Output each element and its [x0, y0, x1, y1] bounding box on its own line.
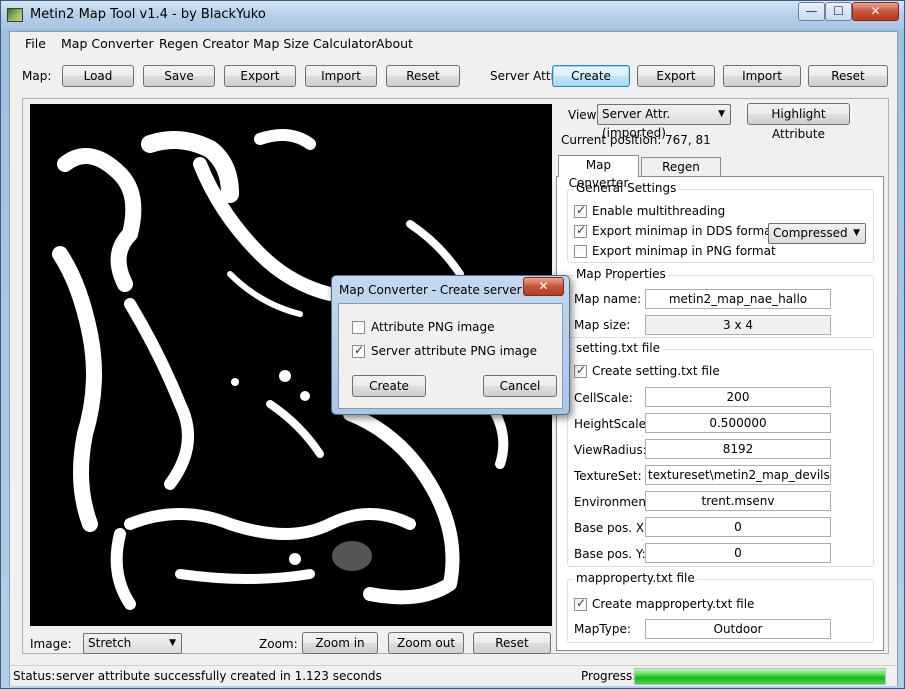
status-text: server attribute successfully created in…: [56, 669, 382, 683]
current-position-value: 767, 81: [665, 133, 711, 147]
zoom-label: Zoom:: [259, 637, 298, 651]
map-name-input[interactable]: metin2_map_nae_hallo: [645, 289, 831, 309]
map-import-button[interactable]: Import: [305, 65, 377, 87]
chevron-down-icon: ▼: [853, 228, 860, 238]
minimize-button[interactable]: —: [798, 2, 825, 21]
image-mode-select[interactable]: Stretch ▼: [83, 633, 182, 654]
create-mapproperty-checkbox[interactable]: [574, 596, 587, 611]
map-size-label: Map size:: [574, 318, 631, 332]
heightscale-input[interactable]: 0.500000: [645, 413, 831, 433]
environment-input[interactable]: trent.msenv: [645, 491, 831, 511]
highlight-attribute-button[interactable]: Highlight Attribute: [747, 103, 850, 141]
dds-label: Export minimap in DDS format: [592, 224, 777, 238]
app-icon: [7, 8, 23, 22]
maptype-input[interactable]: Outdoor: [645, 619, 831, 639]
view-select[interactable]: Server Attr. (imported) ▼: [597, 104, 731, 140]
zoom-out-button[interactable]: Zoom out: [388, 632, 464, 654]
create-mapproperty-label: Create mapproperty.txt file: [592, 597, 755, 611]
map-label: Map:: [22, 69, 52, 83]
zoom-reset-button[interactable]: Reset: [473, 632, 551, 654]
compression-select-value: Compressed: [773, 226, 848, 240]
close-button[interactable]: ✕: [852, 2, 899, 21]
png-checkbox[interactable]: [574, 245, 587, 258]
title-bar[interactable]: Metin2 Map Tool v1.4 - by BlackYuko — ☐ …: [1, 1, 904, 29]
attribute-png-checkbox[interactable]: [352, 321, 365, 334]
menu-regen-creator[interactable]: Regen Creator: [159, 36, 249, 51]
group-title: setting.txt file: [574, 341, 663, 355]
current-position-label: Current position:: [561, 133, 662, 147]
cellscale-label: CellScale:: [574, 391, 633, 405]
view-label: View:: [568, 108, 600, 122]
server-attribute-png-label: Server attribute PNG image: [371, 344, 538, 358]
image-mode-value: Stretch: [88, 636, 132, 650]
map-properties-group: Map Properties Map name: metin2_map_nae_…: [567, 267, 874, 338]
server-export-button[interactable]: Export: [637, 65, 715, 87]
environment-label: Environment:: [574, 495, 655, 509]
zoom-in-button[interactable]: Zoom in: [302, 632, 378, 654]
map-size-input: 3 x 4: [645, 315, 831, 335]
server-create-button[interactable]: Create: [552, 65, 630, 87]
dds-checkbox[interactable]: [574, 223, 587, 238]
tab-map-converter[interactable]: Map Converter: [558, 155, 639, 190]
base-pos-x-label: Base pos. X:: [574, 521, 649, 535]
menu-bar: File Map Converter Regen Creator Map Siz…: [10, 32, 897, 56]
menu-map-size-calculator[interactable]: Map Size Calculator: [253, 36, 376, 51]
mapproperty-group: mapproperty.txt file Create mapproperty.…: [567, 571, 874, 643]
textureset-input[interactable]: textureset\metin2_map_devilscatacom: [645, 465, 831, 485]
server-import-button[interactable]: Import: [723, 65, 801, 87]
tab-page-map-converter: General Settings Enable multithreading E…: [556, 176, 884, 651]
server-reset-button[interactable]: Reset: [808, 65, 888, 87]
image-label: Image:: [30, 637, 72, 651]
maptype-label: MapType:: [574, 622, 631, 636]
map-name-label: Map name:: [574, 292, 642, 306]
map-export-button[interactable]: Export: [224, 65, 296, 87]
multithreading-checkbox[interactable]: [574, 203, 587, 218]
tab-regen-creator[interactable]: Regen Creator: [641, 157, 721, 192]
map-save-button[interactable]: Save: [143, 65, 215, 87]
status-bar: Status: server attribute successfully cr…: [10, 665, 897, 686]
progress-bar: [634, 668, 886, 685]
multithreading-label: Enable multithreading: [592, 204, 726, 218]
app-window: Metin2 Map Tool v1.4 - by BlackYuko — ☐ …: [0, 0, 905, 689]
status-label: Status:: [13, 669, 56, 683]
base-pos-y-label: Base pos. Y:: [574, 547, 646, 561]
create-server-attr-dialog: Map Converter - Create server att... ✕ A…: [331, 275, 570, 415]
dialog-title: Map Converter - Create server att...: [339, 283, 524, 297]
dialog-body: Attribute PNG image Server attribute PNG…: [338, 303, 563, 409]
cellscale-input[interactable]: 200: [645, 387, 831, 407]
window-title: Metin2 Map Tool v1.4 - by BlackYuko: [30, 7, 266, 22]
dialog-close-button[interactable]: ✕: [523, 277, 564, 296]
group-title: mapproperty.txt file: [574, 571, 697, 585]
server-attr-label: Server Attr:: [490, 69, 560, 83]
viewradius-input[interactable]: 8192: [645, 439, 831, 459]
base-pos-y-input[interactable]: 0: [645, 543, 831, 563]
progress-label: Progress:: [581, 669, 637, 683]
menu-map-converter[interactable]: Map Converter: [61, 36, 154, 51]
server-attribute-png-checkbox[interactable]: [352, 343, 365, 358]
heightscale-label: HeightScale:: [574, 417, 650, 431]
menu-file[interactable]: File: [25, 36, 46, 51]
dialog-cancel-button[interactable]: Cancel: [483, 375, 557, 397]
progress-fill: [635, 669, 885, 684]
attribute-png-label: Attribute PNG image: [371, 320, 495, 334]
map-marker: [332, 541, 372, 571]
base-pos-x-input[interactable]: 0: [645, 517, 831, 537]
chevron-down-icon: ▼: [169, 638, 176, 648]
general-settings-group: General Settings Enable multithreading E…: [567, 181, 874, 263]
create-setting-label: Create setting.txt file: [592, 364, 720, 378]
setting-txt-group: setting.txt file Create setting.txt file…: [567, 341, 874, 567]
textureset-label: TextureSet:: [574, 469, 642, 483]
maximize-button[interactable]: ☐: [825, 2, 852, 21]
dialog-create-button[interactable]: Create: [352, 375, 426, 397]
compression-select[interactable]: Compressed ▼: [768, 223, 866, 244]
menu-about[interactable]: About: [376, 36, 413, 51]
create-setting-checkbox[interactable]: [574, 363, 587, 378]
viewradius-label: ViewRadius:: [574, 443, 647, 457]
group-title: Map Properties: [574, 267, 668, 281]
chevron-down-icon: ▼: [718, 109, 725, 119]
map-reset-button[interactable]: Reset: [386, 65, 460, 87]
map-load-button[interactable]: Load: [62, 65, 134, 87]
png-label: Export minimap in PNG format: [592, 244, 776, 258]
